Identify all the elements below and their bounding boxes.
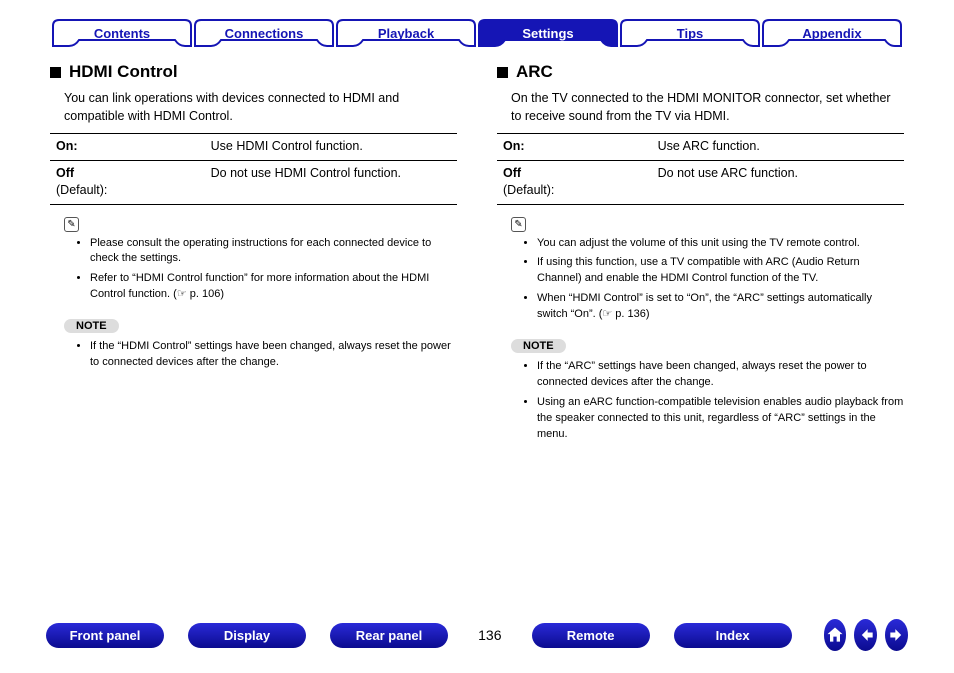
tab-playback[interactable]: Playback xyxy=(335,18,477,48)
notes-list-arc: If the “ARC” settings have been changed,… xyxy=(507,359,904,443)
tab-connections[interactable]: Connections xyxy=(193,18,335,48)
square-bullet-icon xyxy=(497,67,508,78)
tab-contents[interactable]: Contents xyxy=(51,18,193,48)
notes-list-hdmi: If the “HDMI Control” settings have been… xyxy=(60,339,457,371)
option-key: Off(Default): xyxy=(50,160,205,204)
bottom-nav: Front panel Display Rear panel 136 Remote I… xyxy=(0,619,954,651)
option-desc: Do not use HDMI Control function. xyxy=(205,160,457,204)
option-desc: Use ARC function. xyxy=(652,134,904,161)
option-key: Off(Default): xyxy=(497,160,652,204)
list-item: If using this function, use a TV compati… xyxy=(537,255,904,287)
list-item: Refer to “HDMI Control function” for mor… xyxy=(90,271,457,303)
list-item: When “HDMI Control” is set to “On”, the … xyxy=(537,291,904,323)
prev-button[interactable] xyxy=(854,619,877,651)
tab-settings[interactable]: Settings xyxy=(477,18,619,48)
tab-tips[interactable]: Tips xyxy=(619,18,761,48)
pencil-icon: ✎ xyxy=(64,217,79,232)
note-badge: NOTE xyxy=(64,319,119,333)
tab-label: Contents xyxy=(51,18,193,48)
option-row: On:Use HDMI Control function. xyxy=(50,134,457,161)
intro-arc: On the TV connected to the HDMI MONITOR … xyxy=(511,90,904,125)
note-badge: NOTE xyxy=(511,339,566,353)
index-button[interactable]: Index xyxy=(674,623,792,648)
square-bullet-icon xyxy=(50,67,61,78)
content-area: HDMI Control You can link operations wit… xyxy=(0,48,954,453)
options-table-arc: On:Use ARC function.Off(Default):Do not … xyxy=(497,133,904,205)
tab-label: Connections xyxy=(193,18,335,48)
tab-label: Appendix xyxy=(761,18,903,48)
title-text: ARC xyxy=(516,62,553,82)
section-title-arc: ARC xyxy=(497,62,904,82)
rear-panel-button[interactable]: Rear panel xyxy=(330,623,448,648)
option-row: Off(Default):Do not use HDMI Control fun… xyxy=(50,160,457,204)
next-button[interactable] xyxy=(885,619,908,651)
option-key: On: xyxy=(50,134,205,161)
tab-appendix[interactable]: Appendix xyxy=(761,18,903,48)
list-item: Please consult the operating instruction… xyxy=(90,236,457,268)
tab-label: Playback xyxy=(335,18,477,48)
intro-hdmi: You can link operations with devices con… xyxy=(64,90,457,125)
option-desc: Do not use ARC function. xyxy=(652,160,904,204)
section-title-hdmi: HDMI Control xyxy=(50,62,457,82)
col-left: HDMI Control You can link operations wit… xyxy=(50,62,457,453)
option-desc: Use HDMI Control function. xyxy=(205,134,457,161)
tab-label: Tips xyxy=(619,18,761,48)
options-table-hdmi: On:Use HDMI Control function.Off(Default… xyxy=(50,133,457,205)
page-number: 136 xyxy=(472,627,508,643)
option-row: On:Use ARC function. xyxy=(497,134,904,161)
remote-button[interactable]: Remote xyxy=(532,623,650,648)
title-text: HDMI Control xyxy=(69,62,178,82)
tab-label: Settings xyxy=(477,18,619,48)
pencil-icon: ✎ xyxy=(511,217,526,232)
list-item: If the “ARC” settings have been changed,… xyxy=(537,359,904,391)
home-button[interactable] xyxy=(824,619,847,651)
tips-list-arc: You can adjust the volume of this unit u… xyxy=(507,236,904,324)
tips-list-hdmi: Please consult the operating instruction… xyxy=(60,236,457,304)
list-item: Using an eARC function-compatible televi… xyxy=(537,395,904,443)
list-item: You can adjust the volume of this unit u… xyxy=(537,236,904,252)
list-item: If the “HDMI Control” settings have been… xyxy=(90,339,457,371)
option-row: Off(Default):Do not use ARC function. xyxy=(497,160,904,204)
col-right: ARC On the TV connected to the HDMI MONI… xyxy=(497,62,904,453)
display-button[interactable]: Display xyxy=(188,623,306,648)
top-nav: ContentsConnectionsPlaybackSettingsTipsA… xyxy=(0,0,954,48)
front-panel-button[interactable]: Front panel xyxy=(46,623,164,648)
option-key: On: xyxy=(497,134,652,161)
